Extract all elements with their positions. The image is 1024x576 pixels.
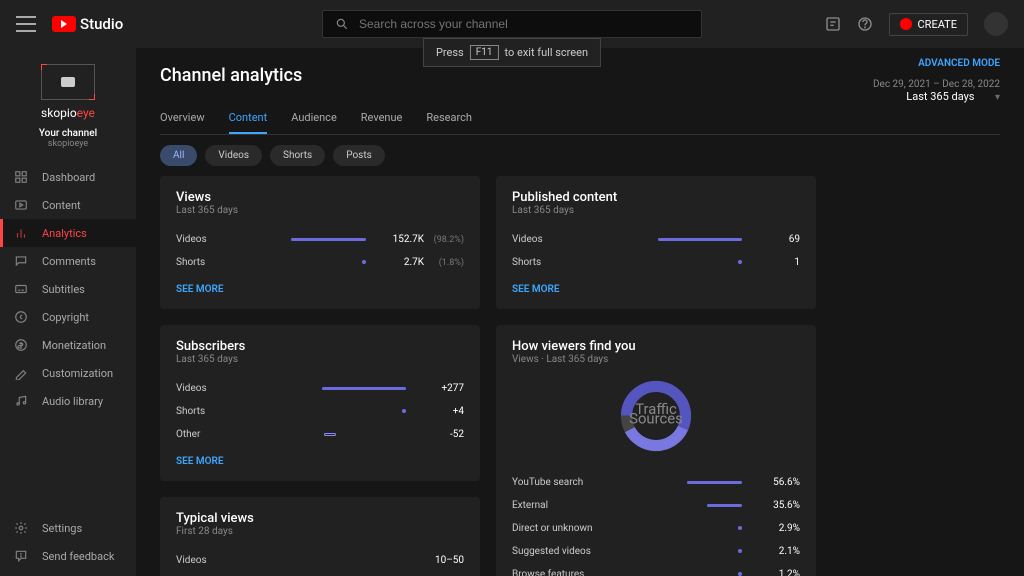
metric-row: Videos +277: [176, 377, 464, 400]
pill-posts[interactable]: Posts: [333, 145, 385, 166]
metric-row: Other -52: [176, 423, 464, 446]
nav: Dashboard Content Analytics Comments Sub…: [0, 163, 136, 415]
metric-row: Videos 152.7K (98.2%): [176, 228, 464, 251]
f11-suffix: to exit full screen: [504, 46, 588, 59]
card-subtitle: Views · Last 365 days: [512, 354, 800, 365]
svg-text:Sources: Sources: [629, 409, 683, 427]
views-card: Views Last 365 days Videos 152.7K (98.2%…: [160, 176, 480, 309]
card-subtitle: First 28 days: [176, 526, 464, 537]
sidebar-item-monetization[interactable]: Monetization: [0, 331, 136, 359]
header-right: CREATE: [825, 12, 1009, 36]
typical-views-card: Typical views First 28 days Videos 10–50…: [160, 497, 480, 576]
menu-icon[interactable]: [16, 14, 36, 34]
sidebar: skopioeye Your channel skopioeye Dashboa…: [0, 48, 136, 576]
metric-row: Suggested videos2.1%: [512, 540, 800, 563]
fullscreen-banner: Press F11 to exit full screen: [423, 38, 601, 67]
comments-icon: [14, 254, 28, 268]
card-subtitle: Last 365 days: [176, 354, 464, 365]
channel-name: skopioeye: [0, 106, 136, 120]
analytics-icon: [14, 226, 28, 240]
published-card: Published content Last 365 days Videos 6…: [496, 176, 816, 309]
see-more-link[interactable]: SEE MORE: [176, 456, 224, 467]
studio-label: Studio: [80, 15, 123, 33]
metric-row: Videos 10–50: [176, 549, 464, 572]
search-input[interactable]: [359, 17, 689, 31]
pill-shorts[interactable]: Shorts: [270, 145, 325, 166]
traffic-card: How viewers find you Views · Last 365 da…: [496, 325, 816, 576]
tab-revenue[interactable]: Revenue: [361, 103, 403, 134]
search-box[interactable]: [322, 10, 702, 38]
content-type-pills: All Videos Shorts Posts: [160, 145, 1000, 166]
metric-row: External35.6%: [512, 494, 800, 517]
subtitles-icon: [14, 282, 28, 296]
donut-chart: Traffic Sources: [512, 377, 800, 455]
date-range-picker[interactable]: Dec 29, 2021 – Dec 28, 2022 Last 365 day…: [873, 79, 1000, 103]
chevron-down-icon: ▾: [995, 92, 1000, 103]
pill-videos[interactable]: Videos: [205, 145, 262, 166]
monetization-icon: [14, 338, 28, 352]
help-square-icon[interactable]: [825, 16, 841, 32]
sidebar-item-feedback[interactable]: Send feedback: [0, 542, 136, 570]
sidebar-item-subtitles[interactable]: Subtitles: [0, 275, 136, 303]
analytics-tabs: Overview Content Audience Revenue Resear…: [160, 103, 1000, 135]
sidebar-item-settings[interactable]: Settings: [0, 514, 136, 542]
channel-avatar: [41, 64, 95, 100]
metric-row: Direct or unknown2.9%: [512, 517, 800, 540]
metric-row: Shorts +4: [176, 400, 464, 423]
card-subtitle: Last 365 days: [512, 205, 800, 216]
see-more-link[interactable]: SEE MORE: [176, 284, 224, 295]
channel-handle: skopioeye: [0, 139, 136, 149]
sidebar-item-comments[interactable]: Comments: [0, 247, 136, 275]
avatar[interactable]: [984, 12, 1008, 36]
sidebar-item-dashboard[interactable]: Dashboard: [0, 163, 136, 191]
metric-row: Browse features1.2%: [512, 563, 800, 576]
customization-icon: [14, 366, 28, 380]
copyright-icon: [14, 310, 28, 324]
tab-research[interactable]: Research: [426, 103, 472, 134]
sidebar-item-customization[interactable]: Customization: [0, 359, 136, 387]
gear-icon: [14, 521, 28, 535]
sidebar-item-analytics[interactable]: Analytics: [0, 219, 136, 247]
tab-content[interactable]: Content: [229, 103, 268, 134]
your-channel-label: Your channel: [0, 128, 136, 139]
tab-overview[interactable]: Overview: [160, 103, 205, 134]
page-title: Channel analytics: [160, 65, 302, 86]
sidebar-item-copyright[interactable]: Copyright: [0, 303, 136, 331]
f11-key: F11: [470, 45, 499, 60]
main-content: Channel analytics ADVANCED MODE Dec 29, …: [136, 48, 1024, 576]
dashboard-icon: [14, 170, 28, 184]
channel-box[interactable]: skopioeye Your channel skopioeye: [0, 58, 136, 155]
card-title: Views: [176, 190, 464, 205]
f11-prefix: Press: [436, 46, 464, 59]
card-title: Published content: [512, 190, 800, 205]
help-icon[interactable]: [857, 16, 873, 32]
nav-bottom: Settings Send feedback: [0, 514, 136, 570]
metric-row: YouTube search56.6%: [512, 471, 800, 494]
youtube-icon: [52, 16, 76, 32]
card-title: How viewers find you: [512, 339, 800, 354]
record-icon: [900, 18, 912, 30]
studio-logo[interactable]: Studio: [52, 15, 123, 33]
create-button[interactable]: CREATE: [889, 13, 969, 36]
audio-icon: [14, 394, 28, 408]
metric-row: Shorts 2.7K (1.8%): [176, 251, 464, 274]
tab-audience[interactable]: Audience: [291, 103, 337, 134]
pill-all[interactable]: All: [160, 145, 197, 166]
metric-row: Videos 69: [512, 228, 800, 251]
search-icon: [335, 17, 349, 31]
metric-row: Shorts –: [176, 572, 464, 576]
feedback-icon: [14, 549, 28, 563]
metric-row: Shorts 1: [512, 251, 800, 274]
card-subtitle: Last 365 days: [176, 205, 464, 216]
card-title: Typical views: [176, 511, 464, 526]
sidebar-item-content[interactable]: Content: [0, 191, 136, 219]
see-more-link[interactable]: SEE MORE: [512, 284, 560, 295]
content-icon: [14, 198, 28, 212]
card-title: Subscribers: [176, 339, 464, 354]
sidebar-item-audio[interactable]: Audio library: [0, 387, 136, 415]
create-label: CREATE: [918, 18, 958, 31]
subscribers-card: Subscribers Last 365 days Videos +277 Sh…: [160, 325, 480, 481]
advanced-mode-link[interactable]: ADVANCED MODE: [873, 58, 1000, 69]
